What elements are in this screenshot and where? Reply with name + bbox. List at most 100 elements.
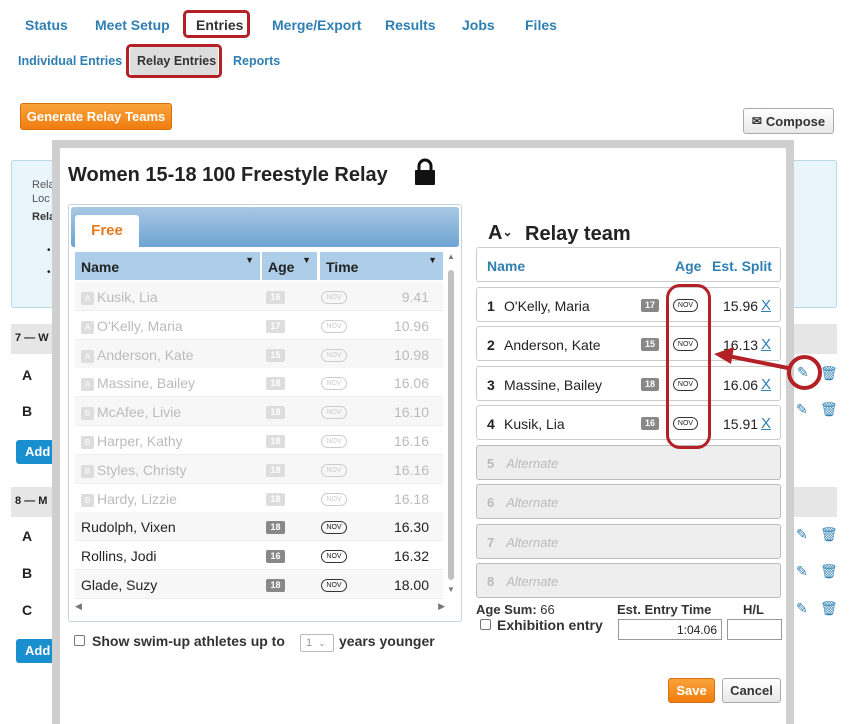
- leg-number: 2: [487, 337, 495, 354]
- nav-meet-setup[interactable]: Meet Setup: [95, 17, 170, 33]
- horizontal-scrollbar[interactable]: ◀ ▶: [75, 601, 445, 615]
- athlete-name: A O'Kelly, Maria: [81, 318, 183, 334]
- athlete-name-text: Hardy, Lizzie: [97, 490, 177, 507]
- nav-jobs[interactable]: Jobs: [462, 17, 495, 33]
- relay-tag-badge: B: [81, 493, 94, 507]
- athlete-name-text: Rollins, Jodi: [81, 548, 157, 565]
- age-badge: 16: [641, 416, 659, 430]
- relay-letter-select[interactable]: A⌄: [488, 222, 513, 245]
- edit-icon[interactable]: ✎: [796, 600, 808, 617]
- athlete-time: 16.16: [393, 461, 429, 478]
- generate-relay-teams-button[interactable]: Generate Relay Teams: [20, 103, 172, 130]
- age-sum-label: Age Sum:: [476, 602, 537, 617]
- edit-icon[interactable]: ✎: [796, 563, 808, 580]
- age-sum: Age Sum: 66: [476, 602, 555, 617]
- athlete-row[interactable]: Rollins, Jodi 16 NOV 16.32: [75, 541, 443, 571]
- athlete-time: 16.06: [393, 375, 429, 392]
- athlete-time: 16.16: [393, 433, 429, 449]
- remove-member-button[interactable]: X: [761, 376, 771, 393]
- nav-status[interactable]: Status: [25, 17, 68, 33]
- edit-icon[interactable]: ✎: [797, 364, 809, 381]
- trash-icon[interactable]: 🗑: [820, 526, 838, 543]
- nav-files[interactable]: Files: [525, 17, 557, 33]
- alternate-number: 6: [487, 495, 495, 511]
- swimup-value: 1: [306, 637, 313, 649]
- trash-icon[interactable]: 🗑: [820, 600, 838, 617]
- vertical-scrollbar[interactable]: ▲ ▼: [445, 252, 457, 598]
- athlete-row[interactable]: Rudolph, Vixen 18 NOV 16.30: [75, 512, 443, 542]
- sort-arrow-icon: ▼: [428, 255, 437, 265]
- athlete-time: 10.98: [393, 346, 429, 363]
- trash-icon[interactable]: 🗑: [820, 365, 838, 382]
- age-column-highlight: [666, 284, 711, 449]
- trash-icon[interactable]: 🗑: [820, 563, 838, 580]
- est-entry-label: Est. Entry Time: [617, 602, 712, 617]
- sort-arrow-icon: ▼: [302, 255, 311, 265]
- athlete-time: 18.00: [393, 577, 429, 593]
- nov-badge: NOV: [321, 377, 347, 391]
- est-entry-input[interactable]: 1:04.06: [618, 619, 722, 640]
- age-badge: 18: [266, 579, 285, 592]
- envelope-icon: ✉: [751, 114, 762, 128]
- col-name-header[interactable]: Name ▼: [75, 252, 260, 280]
- nav-results[interactable]: Results: [385, 17, 436, 33]
- relay-tag-badge: B: [81, 464, 94, 478]
- lock-icon: [414, 158, 436, 191]
- swimup-select[interactable]: 1 ⌄: [300, 634, 334, 652]
- swimup-label-post: years younger: [339, 633, 435, 649]
- athlete-name: Rudolph, Vixen: [81, 519, 176, 535]
- compose-button[interactable]: ✉ Compose: [743, 108, 834, 134]
- exhibition-checkbox[interactable]: [480, 619, 491, 630]
- scroll-thumb[interactable]: [448, 270, 454, 580]
- relay-tag-badge: A: [81, 320, 94, 334]
- event8-row-a: A: [22, 528, 33, 544]
- bullet-2: •: [47, 267, 51, 278]
- nav-merge-export[interactable]: Merge/Export: [272, 17, 361, 33]
- relay-member-row[interactable]: 1 O'Kelly, Maria 17 NOV 15.96 X: [476, 287, 781, 322]
- athlete-row[interactable]: Glade, Suzy 18 NOV 18.00: [75, 570, 443, 599]
- event-7-label: 7 — W: [15, 332, 49, 344]
- tab-free[interactable]: Free: [75, 215, 139, 247]
- subnav-reports[interactable]: Reports: [233, 54, 280, 68]
- relay-member-row[interactable]: 4 Kusik, Lia 16 NOV 15.91 X: [476, 404, 781, 440]
- scroll-right-icon[interactable]: ▶: [438, 601, 445, 612]
- est-split: 16.06: [723, 376, 759, 393]
- remove-member-button[interactable]: X: [761, 297, 771, 314]
- trash-icon[interactable]: 🗑: [820, 401, 838, 418]
- chevron-down-icon: ⌄: [502, 225, 513, 239]
- leg-number: 4: [487, 415, 495, 432]
- swimup-checkbox[interactable]: [74, 635, 85, 646]
- scroll-down-icon[interactable]: ▼: [447, 585, 455, 594]
- alternate-slot[interactable]: 6 Alternate: [476, 484, 781, 520]
- age-badge: 18: [266, 377, 285, 391]
- athlete-row: A Massine, Bailey 18 NOV 16.06: [75, 368, 443, 398]
- compose-label: Compose: [765, 113, 826, 129]
- alternate-slot[interactable]: 7 Alternate: [476, 523, 781, 559]
- col-time-header[interactable]: Time ▼: [320, 252, 443, 280]
- save-button[interactable]: Save: [668, 678, 715, 703]
- col-age-header[interactable]: Age ▼: [262, 252, 317, 280]
- athlete-time: 16.32: [393, 548, 429, 565]
- scroll-left-icon[interactable]: ◀: [75, 601, 82, 612]
- remove-member-button[interactable]: X: [761, 415, 771, 432]
- athlete-name: B Harper, Kathy: [81, 433, 183, 449]
- event-8-label: 8 — M: [15, 495, 48, 507]
- cancel-button[interactable]: Cancel: [722, 678, 781, 703]
- edit-icon[interactable]: ✎: [796, 401, 808, 418]
- relay-col-age: Age: [675, 258, 702, 274]
- age-badge: 16: [266, 550, 285, 564]
- relay-letter: A: [488, 222, 503, 244]
- nov-badge: NOV: [321, 550, 347, 564]
- modal-title: Women 15-18 100 Freestyle Relay: [68, 164, 388, 186]
- alternate-slot[interactable]: 5 Alternate: [476, 445, 781, 480]
- athlete-row: B Hardy, Lizzie 18 NOV 16.18: [75, 483, 443, 513]
- edit-icon[interactable]: ✎: [796, 526, 808, 543]
- relay-member-row[interactable]: 3 Massine, Bailey 18 NOV 16.06 X: [476, 365, 781, 401]
- subnav-individual-entries[interactable]: Individual Entries: [18, 54, 122, 68]
- alternate-slot[interactable]: 8 Alternate: [476, 562, 781, 598]
- hl-input[interactable]: [727, 619, 782, 640]
- nov-badge: NOV: [321, 406, 347, 420]
- relay-team-title: Relay team: [525, 223, 631, 245]
- scroll-up-icon[interactable]: ▲: [447, 252, 455, 261]
- alternate-label: Alternate: [506, 495, 559, 511]
